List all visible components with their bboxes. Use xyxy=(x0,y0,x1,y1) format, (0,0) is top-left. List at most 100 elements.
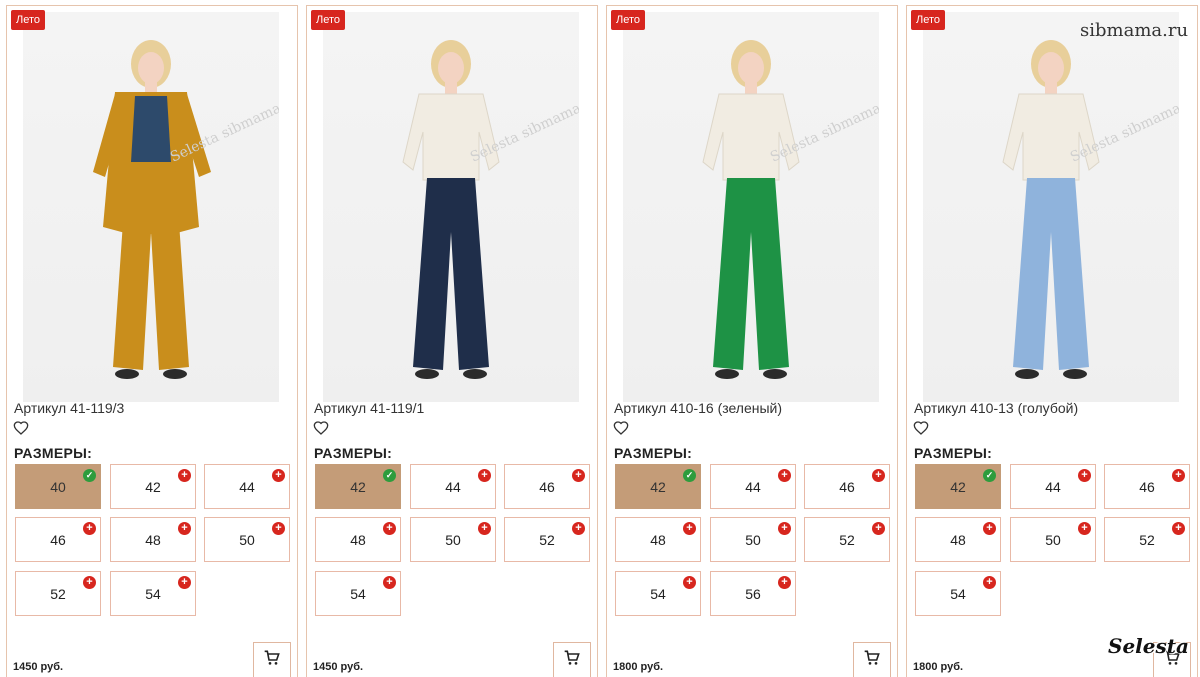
size-label: 42 xyxy=(950,478,966,495)
size-option[interactable]: 46 + xyxy=(504,464,590,509)
sizes-heading: РАЗМЕРЫ: xyxy=(314,445,393,461)
size-option[interactable]: 42 ✓ xyxy=(315,464,401,509)
plus-icon: + xyxy=(1078,469,1091,482)
size-label: 46 xyxy=(539,478,555,495)
sizes-heading: РАЗМЕРЫ: xyxy=(614,445,693,461)
product-title[interactable]: Артикул 410-13 (голубой) xyxy=(914,400,1078,416)
size-option[interactable]: 54 + xyxy=(315,571,401,616)
size-option[interactable]: 48 + xyxy=(315,517,401,562)
size-label: 48 xyxy=(350,531,366,548)
size-label: 46 xyxy=(1139,478,1155,495)
add-to-cart-button[interactable] xyxy=(853,642,891,677)
brand-watermark: Selesta xyxy=(1108,634,1189,658)
size-option[interactable]: 42 ✓ xyxy=(615,464,701,509)
plus-icon: + xyxy=(178,469,191,482)
product-photo[interactable]: Selesta sibmama.ru xyxy=(623,12,879,402)
size-label: 42 xyxy=(350,478,366,495)
product-card: Selesta sibmama.ru Лето Артикул 41-119/3 Р… xyxy=(6,5,298,677)
product-card: Selesta sibmama.ru Лето Артикул 410-16 (з… xyxy=(606,5,898,677)
plus-icon: + xyxy=(478,469,491,482)
size-option[interactable]: 42 + xyxy=(110,464,196,509)
plus-icon: + xyxy=(983,576,996,589)
heart-icon[interactable] xyxy=(913,420,931,438)
plus-icon: + xyxy=(1078,522,1091,535)
size-option[interactable]: 52 + xyxy=(804,517,890,562)
size-label: 44 xyxy=(445,478,461,495)
size-label: 48 xyxy=(950,531,966,548)
size-option[interactable]: 46 + xyxy=(804,464,890,509)
size-label: 52 xyxy=(1139,531,1155,548)
size-label: 54 xyxy=(650,585,666,602)
size-option[interactable]: 52 + xyxy=(15,571,101,616)
size-label: 48 xyxy=(145,531,161,548)
size-option[interactable]: 56 + xyxy=(710,571,796,616)
size-label: 52 xyxy=(839,531,855,548)
size-label: 54 xyxy=(145,585,161,602)
plus-icon: + xyxy=(983,522,996,535)
size-label: 46 xyxy=(50,531,66,548)
product-photo[interactable]: Selesta sibmama.ru xyxy=(923,12,1179,402)
size-option[interactable]: 48 + xyxy=(915,517,1001,562)
season-badge: Лето xyxy=(11,10,46,30)
size-label: 50 xyxy=(239,531,255,548)
season-badge: Лето xyxy=(611,10,646,30)
product-title[interactable]: Артикул 41-119/3 xyxy=(14,400,124,416)
heart-icon[interactable] xyxy=(313,420,331,438)
size-label: 56 xyxy=(745,585,761,602)
season-badge: Лето xyxy=(911,10,946,30)
size-option[interactable]: 44 + xyxy=(410,464,496,509)
plus-icon: + xyxy=(383,522,396,535)
size-option[interactable]: 54 + xyxy=(915,571,1001,616)
product-card: Selesta sibmama.ru Лето Артикул 410-13 (г… xyxy=(906,5,1198,677)
size-label: 54 xyxy=(950,585,966,602)
site-watermark: sibmama.ru xyxy=(1080,20,1189,41)
size-option[interactable]: 48 + xyxy=(615,517,701,562)
size-label: 50 xyxy=(445,531,461,548)
size-label: 44 xyxy=(745,478,761,495)
size-option[interactable]: 42 ✓ xyxy=(915,464,1001,509)
product-price: 1450 руб. xyxy=(313,661,364,673)
heart-icon[interactable] xyxy=(613,420,631,438)
plus-icon: + xyxy=(478,522,491,535)
size-option[interactable]: 40 ✓ xyxy=(15,464,101,509)
size-option[interactable]: 48 + xyxy=(110,517,196,562)
size-option[interactable]: 54 + xyxy=(110,571,196,616)
plus-icon: + xyxy=(1172,469,1185,482)
size-option[interactable]: 52 + xyxy=(504,517,590,562)
size-option[interactable]: 52 + xyxy=(1104,517,1190,562)
plus-icon: + xyxy=(778,469,791,482)
check-icon: ✓ xyxy=(683,469,696,482)
add-to-cart-button[interactable] xyxy=(553,642,591,677)
product-photo[interactable]: Selesta sibmama.ru xyxy=(323,12,579,402)
size-label: 46 xyxy=(839,478,855,495)
size-label: 54 xyxy=(350,585,366,602)
size-option[interactable]: 46 + xyxy=(15,517,101,562)
size-label: 48 xyxy=(650,531,666,548)
product-title[interactable]: Артикул 41-119/1 xyxy=(314,400,424,416)
size-label: 44 xyxy=(239,478,255,495)
plus-icon: + xyxy=(383,576,396,589)
size-option[interactable]: 44 + xyxy=(1010,464,1096,509)
size-option[interactable]: 46 + xyxy=(1104,464,1190,509)
plus-icon: + xyxy=(872,469,885,482)
size-option[interactable]: 44 + xyxy=(710,464,796,509)
plus-icon: + xyxy=(178,576,191,589)
heart-icon[interactable] xyxy=(13,420,31,438)
size-option[interactable]: 54 + xyxy=(615,571,701,616)
size-option[interactable]: 44 + xyxy=(204,464,290,509)
sizes-heading: РАЗМЕРЫ: xyxy=(14,445,93,461)
size-option[interactable]: 50 + xyxy=(710,517,796,562)
size-label: 50 xyxy=(1045,531,1061,548)
size-label: 42 xyxy=(650,478,666,495)
plus-icon: + xyxy=(272,469,285,482)
size-option[interactable]: 50 + xyxy=(204,517,290,562)
size-label: 52 xyxy=(539,531,555,548)
size-option[interactable]: 50 + xyxy=(1010,517,1096,562)
cart-icon xyxy=(564,650,580,671)
product-title[interactable]: Артикул 410-16 (зеленый) xyxy=(614,400,782,416)
plus-icon: + xyxy=(178,522,191,535)
plus-icon: + xyxy=(83,522,96,535)
product-photo[interactable]: Selesta sibmama.ru xyxy=(23,12,279,402)
add-to-cart-button[interactable] xyxy=(253,642,291,677)
size-option[interactable]: 50 + xyxy=(410,517,496,562)
